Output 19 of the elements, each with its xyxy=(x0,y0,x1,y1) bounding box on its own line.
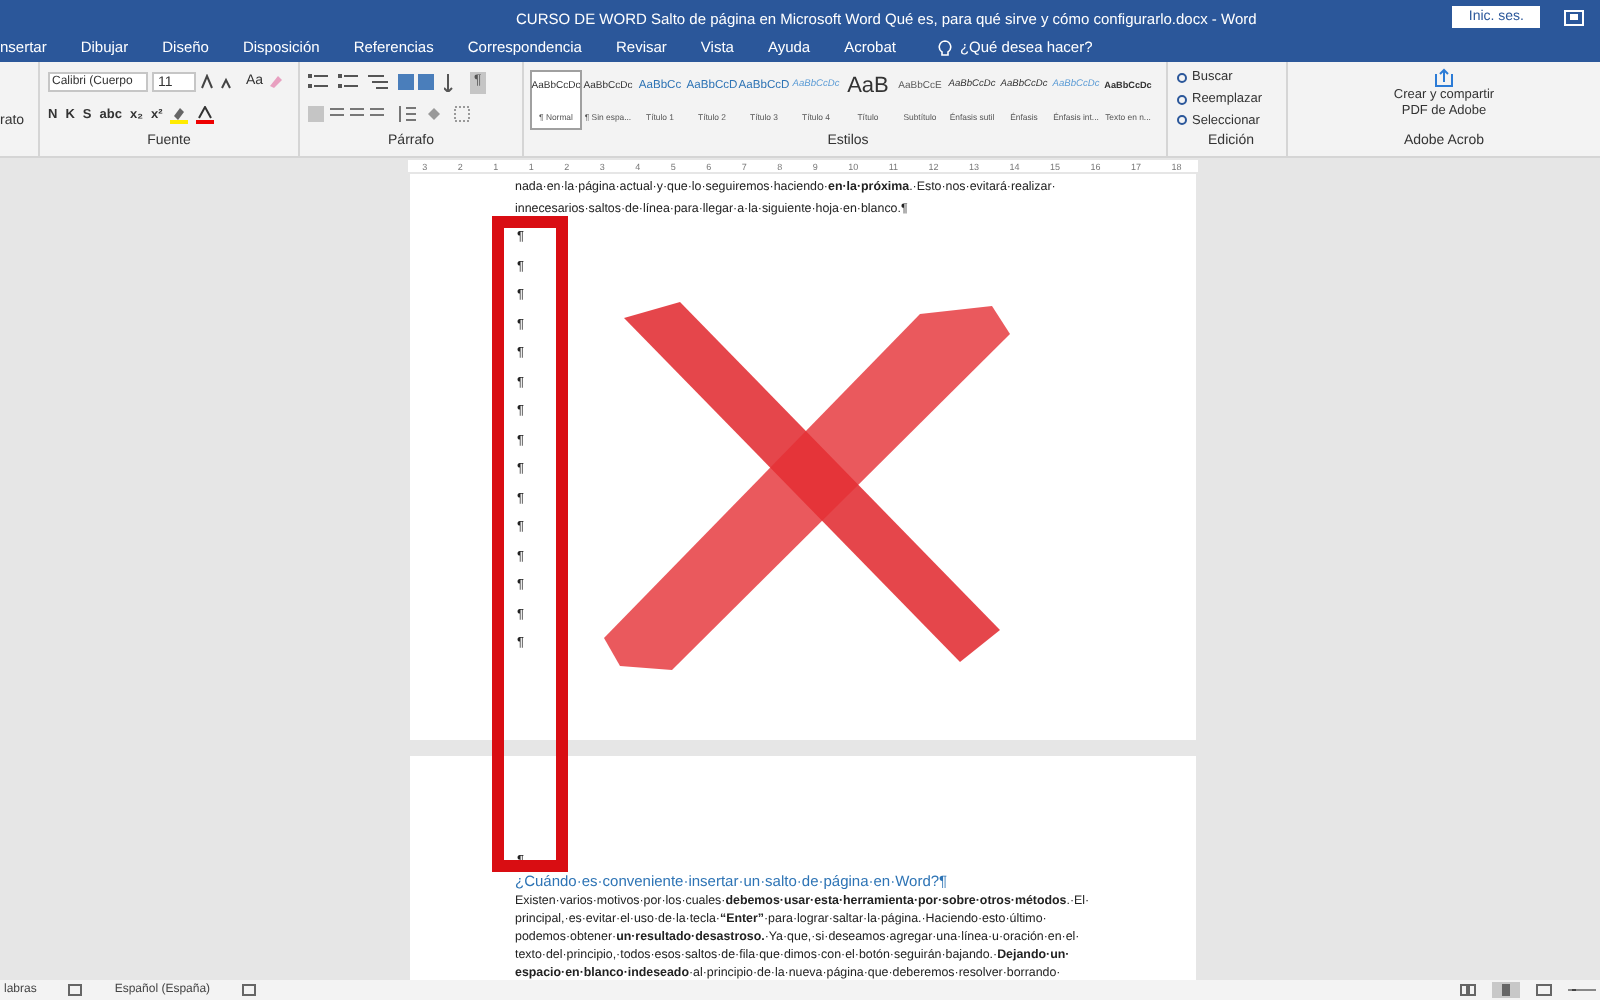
highlight-icon[interactable] xyxy=(170,105,189,124)
web-layout-icon[interactable] xyxy=(1536,984,1552,996)
line-spacing-icon[interactable] xyxy=(398,105,416,121)
font-color-icon[interactable] xyxy=(196,105,215,124)
macro-icon[interactable] xyxy=(242,984,257,996)
lightbulb-icon xyxy=(937,39,952,57)
multilevel-list-icon[interactable] xyxy=(368,74,388,91)
window-icon[interactable] xyxy=(1564,9,1584,25)
pdf-share-icon xyxy=(1434,68,1454,88)
proofing-icon[interactable] xyxy=(68,984,83,996)
shrink-font-icon[interactable] xyxy=(220,75,234,90)
align-icon[interactable] xyxy=(308,105,388,121)
borders-icon[interactable] xyxy=(454,105,470,121)
shading-icon[interactable] xyxy=(426,105,444,121)
bullet-list-icon[interactable] xyxy=(308,74,328,91)
print-layout-icon[interactable] xyxy=(1492,982,1520,998)
grow-font-icon[interactable] xyxy=(200,74,216,91)
zoom-slider-icon[interactable] xyxy=(1568,984,1596,996)
read-mode-icon[interactable] xyxy=(1460,984,1476,996)
